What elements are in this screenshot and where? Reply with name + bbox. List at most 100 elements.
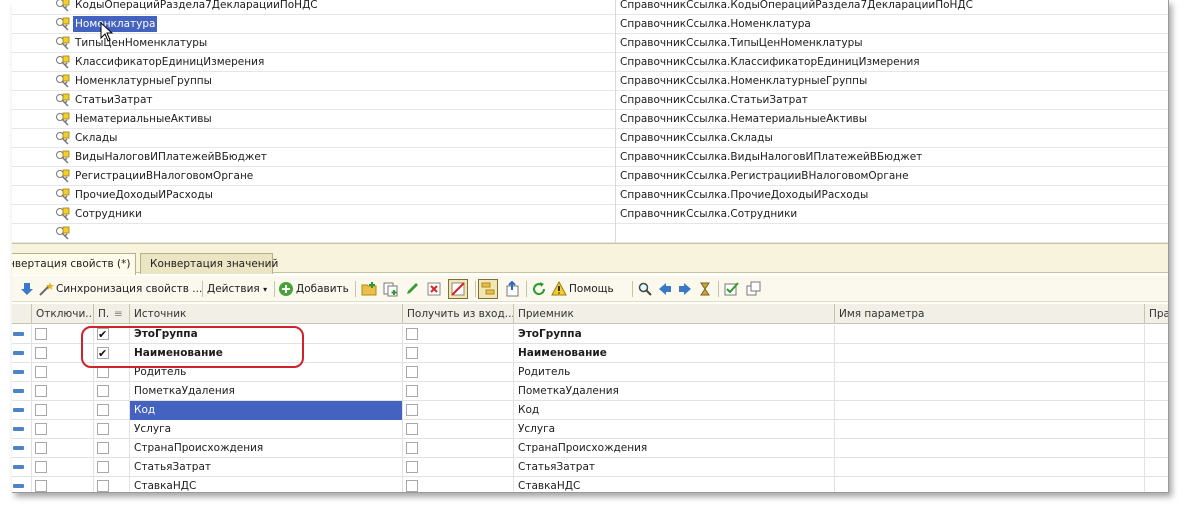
filter-toggle[interactable] <box>448 279 468 299</box>
disabled-checkbox[interactable] <box>35 385 47 397</box>
list-item[interactable]: НоменклатурныеГруппы СправочникСсылка.Ном… <box>12 72 1168 91</box>
param-name-cell[interactable] <box>835 477 1145 492</box>
p-checkbox[interactable] <box>97 461 109 473</box>
disabled-checkbox[interactable] <box>35 423 47 435</box>
search-icon[interactable] <box>637 281 653 297</box>
upload-icon[interactable] <box>504 281 520 297</box>
param-name-cell[interactable] <box>835 363 1145 382</box>
list-item[interactable]: ВидыНалоговИПлатежейВБюджет СправочникСсы… <box>12 148 1168 167</box>
list-item[interactable]: КодыОперацийРаздела7ДекларацииПоНДС Справ… <box>12 0 1168 15</box>
list-item[interactable]: Склады СправочникСсылка.Склады <box>12 129 1168 148</box>
p-checkbox[interactable] <box>97 480 109 492</box>
source-cell[interactable]: СтавкаНДС <box>130 477 403 492</box>
target-cell[interactable]: СтранаПроисхождения <box>514 439 835 458</box>
table-row[interactable]: ПометкаУдаления ПометкаУдаления <box>12 382 1168 401</box>
check-list-icon[interactable] <box>724 281 740 297</box>
help-button[interactable]: Помощь <box>569 280 614 298</box>
param-name-cell[interactable] <box>835 344 1145 363</box>
column-header-disabled[interactable]: Отключи... <box>32 304 94 324</box>
p-checkbox[interactable] <box>97 423 109 435</box>
target-cell[interactable]: Код <box>514 401 835 420</box>
add-button[interactable]: Добавить <box>296 280 349 298</box>
target-cell[interactable]: Наименование <box>514 344 835 363</box>
disabled-checkbox[interactable] <box>35 404 47 416</box>
delete-icon[interactable] <box>426 281 442 297</box>
list-item[interactable]: КлассификаторЕдиницИзмерения СправочникСс… <box>12 53 1168 72</box>
source-cell[interactable]: ПометкаУдаления <box>130 382 403 401</box>
list-item[interactable]: ПрочиеДоходыИРасходы СправочникСсылка.Про… <box>12 186 1168 205</box>
hierarchy-toggle[interactable] <box>478 279 498 299</box>
target-cell[interactable]: Услуга <box>514 420 835 439</box>
table-row[interactable]: СтранаПроисхождения СтранаПроисхождения <box>12 439 1168 458</box>
source-cell[interactable]: СтранаПроисхождения <box>130 439 403 458</box>
target-cell[interactable]: СтавкаНДС <box>514 477 835 492</box>
list-item[interactable]: РегистрацииВНалоговомОргане СправочникСсы… <box>12 167 1168 186</box>
table-row[interactable]: СтатьяЗатрат СтатьяЗатрат <box>12 458 1168 477</box>
column-header-source[interactable]: Источник <box>130 304 403 324</box>
target-cell[interactable]: ПометкаУдаления <box>514 382 835 401</box>
refresh-icon[interactable] <box>531 281 547 297</box>
arrow-left-icon[interactable] <box>657 281 673 297</box>
get-from-input-checkbox[interactable] <box>406 423 418 435</box>
param-name-cell[interactable] <box>835 401 1145 420</box>
column-header-get-from-input[interactable]: Получить из вход... <box>403 304 514 324</box>
column-header-p[interactable]: П. ≡ <box>94 304 130 324</box>
param-name-cell[interactable] <box>835 458 1145 477</box>
list-item[interactable]: СтатьиЗатрат СправочникСсылка.СтатьиЗатра… <box>12 91 1168 110</box>
hourglass-icon[interactable] <box>697 281 713 297</box>
rule-cell[interactable] <box>1145 477 1168 492</box>
get-from-input-checkbox[interactable] <box>406 347 418 359</box>
tab-property-conversion[interactable]: нвертация свойств (*) <box>12 253 136 275</box>
actions-menu-button[interactable]: Действия ▾ <box>207 280 267 298</box>
param-name-cell[interactable] <box>835 325 1145 344</box>
sync-properties-button[interactable]: Синхронизация свойств ... <box>56 280 202 298</box>
table-row[interactable]: Код Код <box>12 401 1168 420</box>
target-cell[interactable]: ЭтоГруппа <box>514 325 835 344</box>
get-from-input-checkbox[interactable] <box>406 328 418 340</box>
disabled-checkbox[interactable] <box>35 366 47 378</box>
get-from-input-checkbox[interactable] <box>406 404 418 416</box>
column-header-param-name[interactable]: Имя параметра <box>835 304 1145 324</box>
get-from-input-checkbox[interactable] <box>406 366 418 378</box>
get-from-input-checkbox[interactable] <box>406 442 418 454</box>
param-name-cell[interactable] <box>835 382 1145 401</box>
table-row[interactable]: Услуга Услуга <box>12 420 1168 439</box>
column-header-target[interactable]: Приемник <box>514 304 835 324</box>
add-folder-icon[interactable] <box>361 281 377 297</box>
disabled-checkbox[interactable] <box>35 328 47 340</box>
disabled-checkbox[interactable] <box>35 442 47 454</box>
copy-icon[interactable] <box>382 281 398 297</box>
rule-cell[interactable] <box>1145 420 1168 439</box>
rule-cell[interactable] <box>1145 363 1168 382</box>
get-from-input-checkbox[interactable] <box>406 385 418 397</box>
get-from-input-checkbox[interactable] <box>406 480 418 492</box>
p-checkbox[interactable] <box>97 442 109 454</box>
column-header-rule[interactable]: Пра <box>1145 304 1168 324</box>
tab-value-conversion[interactable]: Конвертация значений <box>140 253 278 274</box>
rule-cell[interactable] <box>1145 382 1168 401</box>
target-cell[interactable]: Родитель <box>514 363 835 382</box>
source-cell[interactable]: СтатьяЗатрат <box>130 458 403 477</box>
disabled-checkbox[interactable] <box>35 480 47 492</box>
edit-pencil-icon[interactable] <box>404 281 420 297</box>
rule-cell[interactable] <box>1145 439 1168 458</box>
list-item[interactable]: Сотрудники СправочникСсылка.Сотрудники <box>12 205 1168 224</box>
list-item[interactable]: НематериальныеАктивы СправочникСсылка.Нем… <box>12 110 1168 129</box>
rule-cell[interactable] <box>1145 325 1168 344</box>
p-checkbox[interactable] <box>97 404 109 416</box>
param-name-cell[interactable] <box>835 420 1145 439</box>
list-item[interactable]: Номенклатура СправочникСсылка.Номенклатур… <box>12 15 1168 34</box>
target-cell[interactable]: СтатьяЗатрат <box>514 458 835 477</box>
rule-cell[interactable] <box>1145 344 1168 363</box>
windows-icon[interactable] <box>746 281 762 297</box>
disabled-checkbox[interactable] <box>35 347 47 359</box>
list-item[interactable]: ТипыЦенНоменклатуры СправочникСсылка.Типы… <box>12 34 1168 53</box>
rule-cell[interactable] <box>1145 458 1168 477</box>
table-row[interactable]: СтавкаНДС СтавкаНДС <box>12 477 1168 492</box>
list-item[interactable] <box>12 224 1168 243</box>
p-checkbox[interactable] <box>97 385 109 397</box>
param-name-cell[interactable] <box>835 439 1145 458</box>
source-cell[interactable]: Код <box>130 401 403 420</box>
arrow-down-icon[interactable] <box>19 281 35 297</box>
source-cell[interactable]: Услуга <box>130 420 403 439</box>
